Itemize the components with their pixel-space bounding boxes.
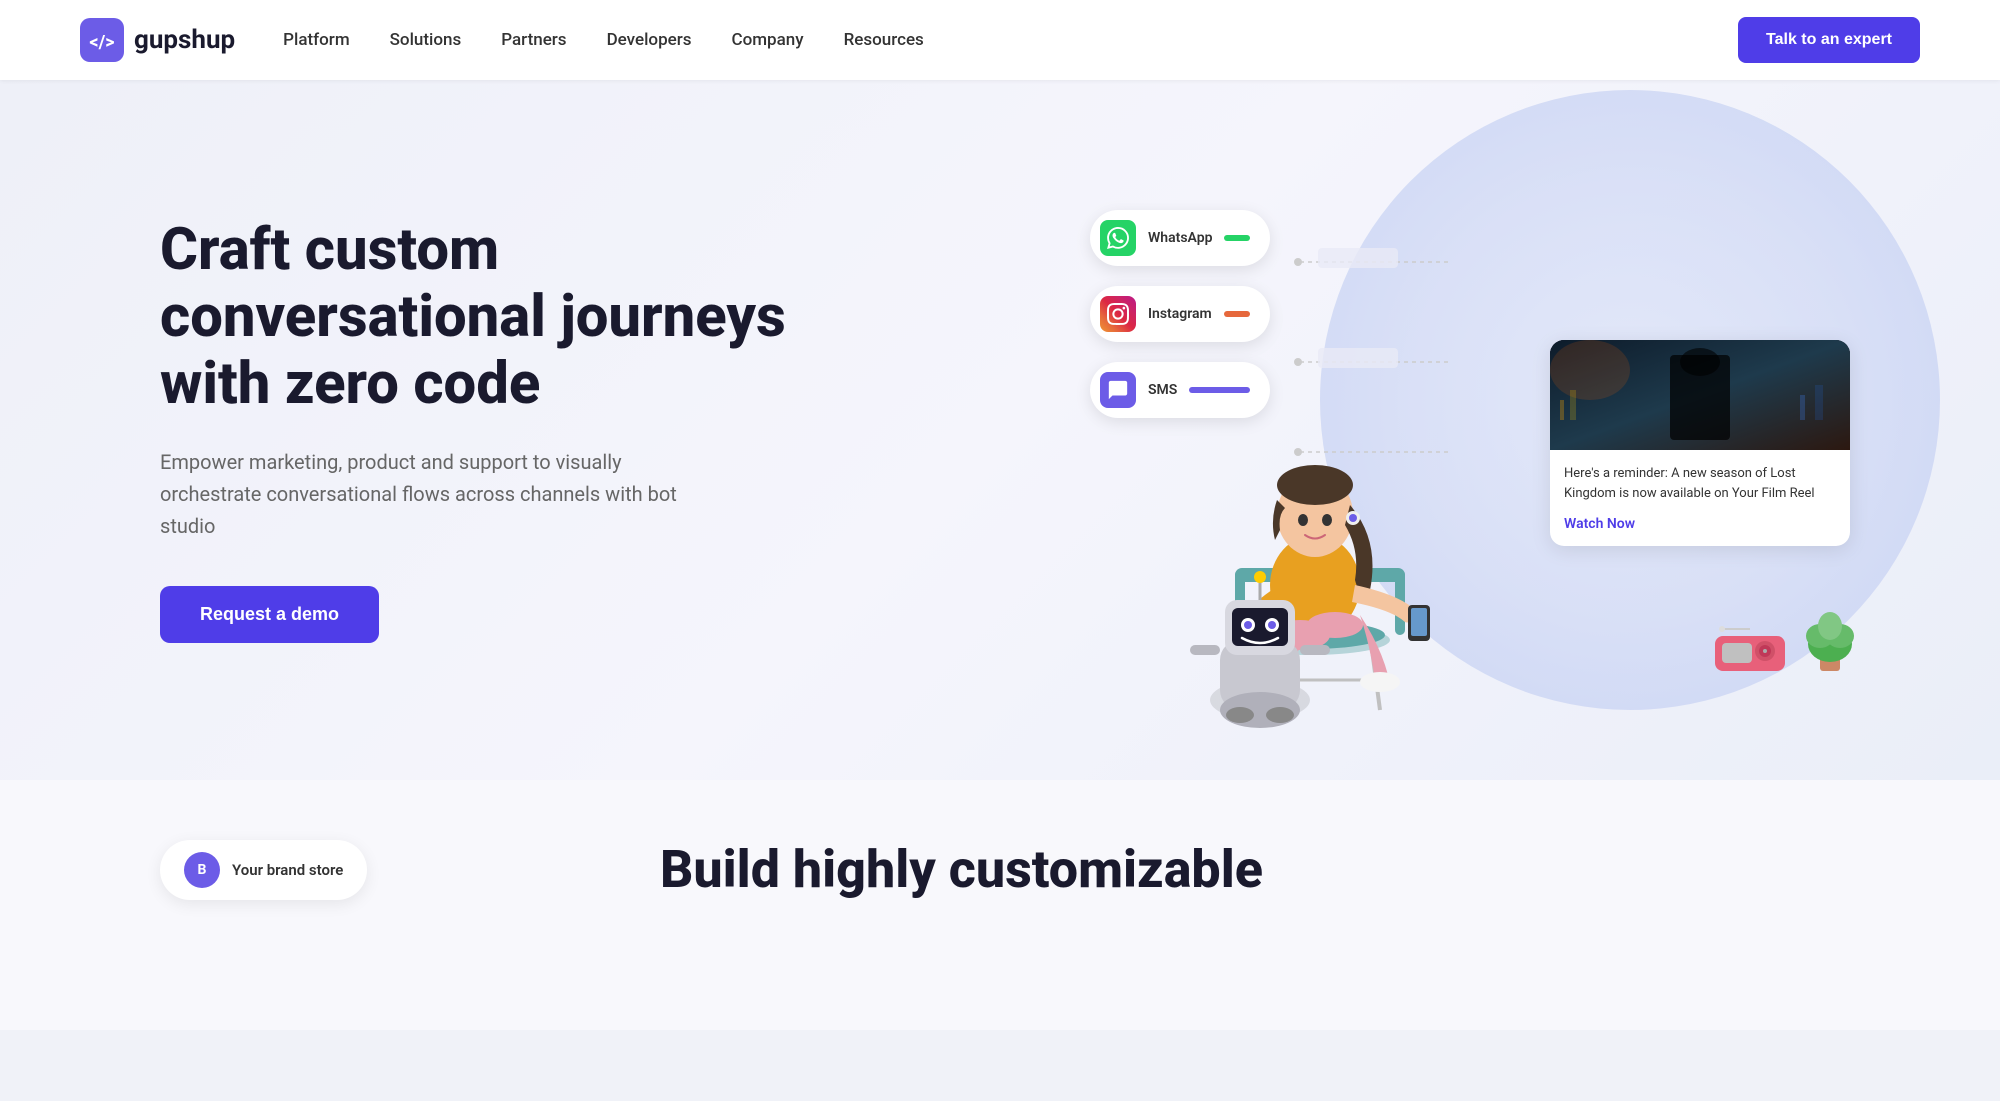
decorative-radio	[1710, 621, 1790, 680]
nav-links: Platform Solutions Partners Developers C…	[283, 30, 924, 50]
svg-text:</>: </>	[89, 32, 114, 53]
bottom-title: Build highly customizable	[660, 840, 1840, 900]
whatsapp-icon	[1100, 220, 1136, 256]
nav-link-solutions[interactable]: Solutions	[390, 30, 462, 50]
bottom-section: B Your brand store Build highly customiz…	[0, 780, 2000, 1030]
sms-icon	[1100, 372, 1136, 408]
instagram-bar	[1224, 311, 1250, 317]
instagram-icon	[1100, 296, 1136, 332]
sms-label: SMS	[1148, 382, 1177, 398]
talk-to-expert-button[interactable]: Talk to an expert	[1738, 17, 1920, 63]
film-reminder-card: Here's a reminder: A new season of Lost …	[1550, 340, 1850, 546]
hero-subtitle: Empower marketing, product and support t…	[160, 446, 680, 542]
brand-store-badge: B Your brand store	[160, 840, 367, 900]
navbar-left: </> gupshup Platform Solutions Partners …	[80, 18, 924, 62]
instagram-label: Instagram	[1148, 306, 1212, 322]
hero-left: Craft custom conversational journeys wit…	[160, 217, 840, 642]
bottom-left: B Your brand store	[160, 840, 580, 900]
channel-bubble-sms: SMS	[1090, 362, 1270, 418]
navbar: </> gupshup Platform Solutions Partners …	[0, 0, 2000, 80]
nav-item-company[interactable]: Company	[732, 30, 804, 50]
logo[interactable]: </> gupshup	[80, 18, 235, 62]
nav-item-resources[interactable]: Resources	[844, 30, 924, 50]
nav-link-company[interactable]: Company	[732, 30, 804, 50]
hero-right: WhatsApp Instagram SMS	[1100, 150, 1880, 710]
watch-now-link[interactable]: Watch Now	[1564, 516, 1635, 532]
whatsapp-label: WhatsApp	[1148, 230, 1212, 246]
film-card-body: Here's a reminder: A new season of Lost …	[1550, 450, 1850, 546]
nav-item-partners[interactable]: Partners	[501, 30, 566, 50]
channel-bubble-instagram: Instagram	[1090, 286, 1270, 342]
film-image	[1550, 340, 1850, 450]
nav-link-platform[interactable]: Platform	[283, 30, 349, 50]
hero-title: Craft custom conversational journeys wit…	[160, 217, 840, 417]
channel-bubbles: WhatsApp Instagram SMS	[1090, 210, 1270, 418]
nav-item-platform[interactable]: Platform	[283, 30, 349, 50]
nav-item-developers[interactable]: Developers	[607, 30, 692, 50]
request-demo-button[interactable]: Request a demo	[160, 586, 379, 643]
hero-section: Craft custom conversational journeys wit…	[0, 80, 2000, 780]
logo-text: gupshup	[134, 25, 235, 55]
brand-store-label: Your brand store	[232, 861, 343, 879]
channel-bubble-whatsapp: WhatsApp	[1090, 210, 1270, 266]
badge-circle: B	[184, 852, 220, 888]
nav-link-resources[interactable]: Resources	[844, 30, 924, 50]
whatsapp-bar	[1224, 235, 1250, 241]
nav-link-partners[interactable]: Partners	[501, 30, 566, 50]
sms-bar	[1189, 387, 1250, 393]
decorative-plant	[1800, 586, 1860, 680]
nav-item-solutions[interactable]: Solutions	[390, 30, 462, 50]
nav-link-developers[interactable]: Developers	[607, 30, 692, 50]
bottom-right: Build highly customizable	[660, 840, 1840, 900]
film-reminder-text: Here's a reminder: A new season of Lost …	[1564, 464, 1836, 503]
logo-icon: </>	[80, 18, 124, 62]
